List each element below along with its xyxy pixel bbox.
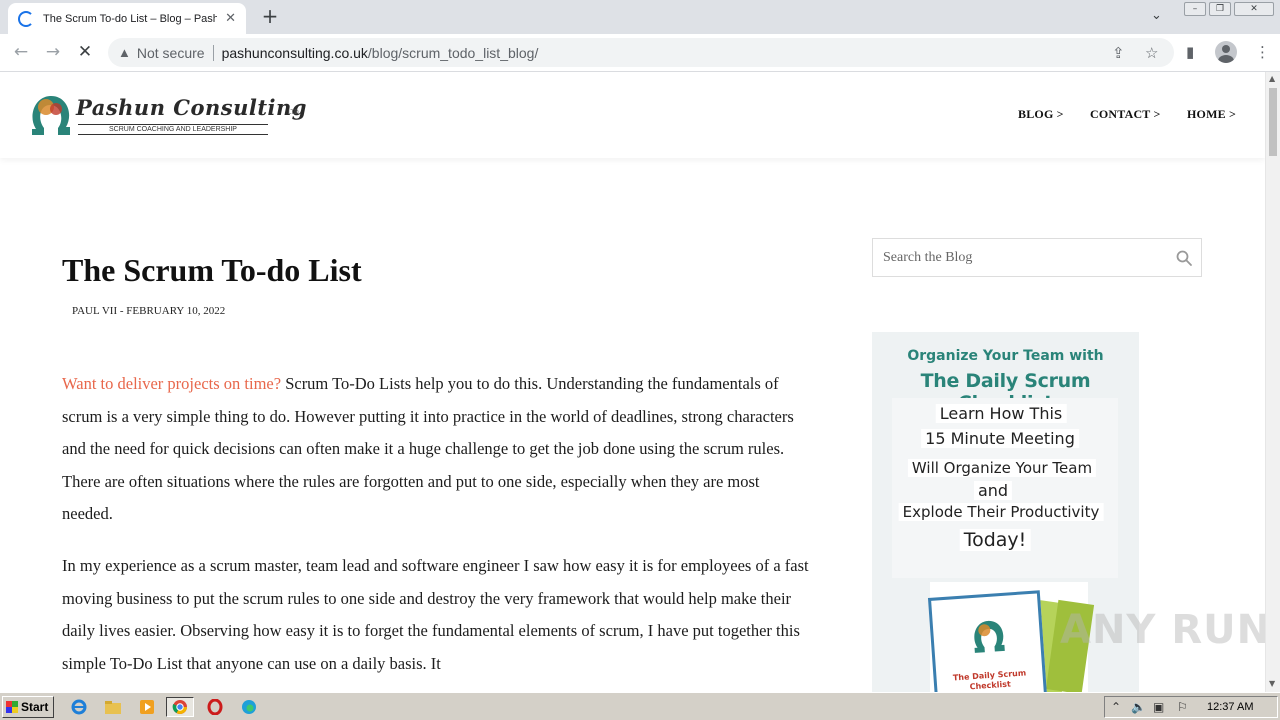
anyrun-watermark: ANY RUN — [1060, 607, 1272, 653]
stop-loading-button[interactable]: ✕ — [74, 42, 96, 62]
brand-suffix: LTD. — [288, 109, 301, 116]
post-paragraph-1: Want to deliver projects on time? Scrum … — [62, 368, 812, 531]
brand-name: Pashun Consulting — [76, 95, 307, 120]
restore-button[interactable]: ❐ — [1209, 2, 1231, 16]
volume-icon[interactable]: 🔈 — [1131, 700, 1146, 714]
url-path: /blog/scrum_todo_list_blog/ — [367, 44, 539, 61]
windows-logo-icon — [6, 701, 18, 713]
browser-tab[interactable]: The Scrum To-do List – Blog – Pashun ✕ — [8, 3, 246, 34]
ad-heading-1: Organize Your Team with — [907, 348, 1104, 364]
checklist-cover: The Daily Scrum Checklist — [927, 590, 1049, 692]
tab-strip: The Scrum To-do List – Blog – Pashun ✕ +… — [0, 0, 1280, 34]
ad-line-5: Explode Their Productivity — [898, 503, 1104, 521]
site-header: Pashun Consulting LTD. SCRUM COACHING AN… — [0, 72, 1265, 158]
nav-home[interactable]: HOME > — [1187, 107, 1236, 122]
search-input[interactable] — [873, 239, 1163, 276]
paragraph-1-text: Scrum To-Do Lists help you to do this. U… — [62, 374, 794, 523]
profile-avatar[interactable] — [1215, 41, 1237, 63]
chrome-taskbar-icon[interactable] — [166, 697, 194, 717]
page-viewport: Pashun Consulting LTD. SCRUM COACHING AN… — [0, 72, 1280, 692]
cover-title: The Daily Scrum Checklist — [952, 668, 1027, 692]
new-tab-button[interactable]: + — [260, 6, 280, 26]
search-icon[interactable] — [1175, 249, 1193, 267]
nav-contact[interactable]: CONTACT > — [1090, 107, 1161, 122]
media-player-icon[interactable] — [136, 697, 158, 717]
ad-line-2: 15 Minute Meeting — [921, 429, 1079, 448]
tab-close-icon[interactable]: ✕ — [225, 11, 236, 26]
side-panel-icon[interactable]: ▮ — [1186, 43, 1194, 61]
action-center-flag-icon[interactable]: ⚐ — [1177, 700, 1188, 714]
scroll-down-arrow-icon[interactable]: ▼ — [1269, 679, 1275, 688]
ad-line-3: Will Organize Your Team — [907, 459, 1097, 477]
omnibox-separator — [212, 44, 214, 61]
browser-toolbar: ← → ✕ ▲ Not secure pashunconsulting.co.u… — [0, 34, 1280, 72]
bookmark-star-icon[interactable]: ☆ — [1145, 44, 1158, 62]
tray-expand-icon[interactable]: ⌃ — [1111, 700, 1121, 714]
post-meta: PAUL VII - FEBRUARY 10, 2022 — [72, 305, 226, 317]
start-button[interactable]: Start — [2, 696, 54, 718]
edge-icon[interactable] — [238, 697, 260, 717]
brand-tagline: SCRUM COACHING AND LEADERSHIP — [78, 124, 268, 135]
cover-logo-icon — [974, 620, 1005, 653]
folder-icon[interactable] — [102, 697, 124, 717]
taskbar-clock[interactable]: 12:37 AM — [1207, 701, 1253, 713]
site-logo[interactable]: Pashun Consulting LTD. SCRUM COACHING AN… — [30, 89, 308, 143]
ad-line-4: and — [973, 481, 1013, 500]
ie-icon[interactable] — [68, 697, 90, 717]
intro-link[interactable]: Want to deliver projects on time? — [62, 374, 281, 393]
scroll-thumb[interactable] — [1269, 88, 1277, 156]
url-domain: pashunconsulting.co.uk — [221, 44, 368, 61]
tab-search-chevron-icon[interactable]: ⌄ — [1151, 8, 1162, 23]
windows-taskbar: Start ⌃ 🔈 ▣ ⚐ 12:37 AM — [0, 692, 1280, 720]
security-label[interactable]: Not secure — [137, 45, 205, 61]
back-button[interactable]: ← — [10, 42, 32, 62]
share-icon[interactable]: ⇪ — [1112, 44, 1125, 62]
address-bar[interactable]: ▲ Not secure pashunconsulting.co.uk/blog… — [108, 38, 1174, 67]
ad-line-1: Learn How This — [935, 404, 1067, 423]
blog-search — [872, 238, 1202, 277]
close-window-button[interactable]: ✕ — [1234, 2, 1274, 16]
tab-title: The Scrum To-do List – Blog – Pashun — [43, 12, 218, 25]
start-label: Start — [21, 700, 49, 714]
post-paragraph-2: In my experience as a scrum master, team… — [62, 556, 809, 673]
network-icon[interactable]: ▣ — [1153, 700, 1164, 714]
omega-logo-icon — [32, 95, 70, 135]
forward-button[interactable]: → — [42, 42, 64, 62]
post-title: The Scrum To-do List — [62, 252, 362, 288]
system-tray: ⌃ 🔈 ▣ ⚐ 12:37 AM — [1104, 696, 1278, 718]
minimize-button[interactable]: – — [1184, 2, 1206, 16]
page-scrollbar[interactable]: ▲ ▼ — [1265, 72, 1280, 692]
url-text[interactable]: pashunconsulting.co.uk/blog/scrum_todo_l… — [222, 45, 539, 61]
opera-icon[interactable] — [204, 697, 226, 717]
nav-blog[interactable]: BLOG > — [1018, 107, 1064, 122]
menu-kebab-icon[interactable]: ⋮ — [1255, 43, 1270, 61]
warning-icon[interactable]: ▲ — [118, 45, 131, 60]
loading-spinner-icon — [18, 10, 34, 27]
scroll-up-arrow-icon[interactable]: ▲ — [1269, 74, 1275, 83]
ad-line-6: Today! — [959, 529, 1031, 551]
